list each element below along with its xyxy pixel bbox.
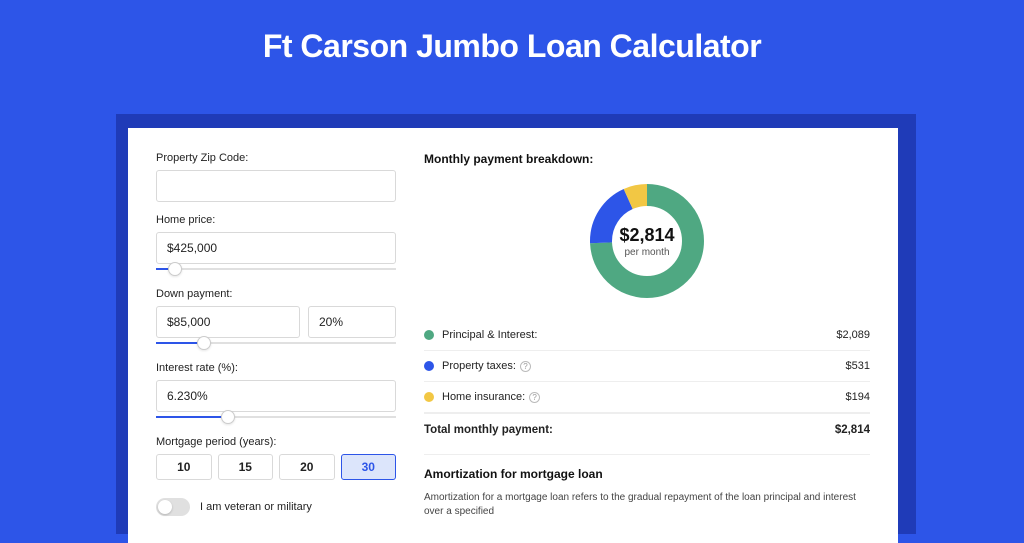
total-row: Total monthly payment: $2,814 — [424, 413, 870, 452]
zip-group: Property Zip Code: — [156, 152, 396, 202]
dot-insurance — [424, 392, 434, 402]
interest-slider[interactable] — [156, 410, 396, 424]
home-price-group: Home price: — [156, 214, 396, 276]
home-price-input[interactable] — [156, 232, 396, 264]
row-label-taxes-text: Property taxes: — [442, 360, 516, 372]
down-payment-label: Down payment: — [156, 288, 396, 300]
interest-slider-fill — [156, 416, 228, 418]
amortization-title: Amortization for mortgage loan — [424, 467, 870, 481]
interest-label: Interest rate (%): — [156, 362, 396, 374]
down-payment-input[interactable] — [156, 306, 300, 338]
period-label: Mortgage period (years): — [156, 436, 396, 448]
row-value-insurance: $194 — [846, 391, 870, 403]
zip-label: Property Zip Code: — [156, 152, 396, 164]
row-value-principal: $2,089 — [836, 329, 870, 341]
donut-wrap: $2,814 per month — [424, 180, 870, 302]
total-label: Total monthly payment: — [424, 424, 835, 436]
period-btn-20[interactable]: 20 — [279, 454, 335, 480]
row-label-insurance: Home insurance: ? — [442, 391, 846, 403]
home-price-label: Home price: — [156, 214, 396, 226]
calculator-card: Property Zip Code: Home price: Down paym… — [128, 128, 898, 543]
donut-sub: per month — [624, 247, 669, 258]
interest-slider-thumb[interactable] — [221, 410, 235, 424]
veteran-toggle[interactable] — [156, 498, 190, 516]
amortization-text: Amortization for a mortgage loan refers … — [424, 491, 870, 519]
row-label-principal: Principal & Interest: — [442, 329, 836, 341]
row-value-taxes: $531 — [846, 360, 870, 372]
breakdown-row-principal: Principal & Interest: $2,089 — [424, 320, 870, 351]
period-btn-10[interactable]: 10 — [156, 454, 212, 480]
zip-input[interactable] — [156, 170, 396, 202]
down-payment-group: Down payment: — [156, 288, 396, 350]
period-group: Mortgage period (years): 10 15 20 30 — [156, 436, 396, 480]
total-value: $2,814 — [835, 424, 870, 436]
info-icon[interactable]: ? — [520, 361, 531, 372]
down-payment-slider[interactable] — [156, 336, 396, 350]
page-title: Ft Carson Jumbo Loan Calculator — [0, 0, 1024, 87]
veteran-row: I am veteran or military — [156, 498, 396, 516]
period-btn-30[interactable]: 30 — [341, 454, 397, 480]
breakdown-title: Monthly payment breakdown: — [424, 152, 870, 166]
interest-group: Interest rate (%): — [156, 362, 396, 424]
dot-principal — [424, 330, 434, 340]
donut-center: $2,814 per month — [586, 180, 708, 302]
home-price-slider[interactable] — [156, 262, 396, 276]
donut-chart: $2,814 per month — [586, 180, 708, 302]
down-payment-slider-thumb[interactable] — [197, 336, 211, 350]
home-price-slider-thumb[interactable] — [168, 262, 182, 276]
row-label-insurance-text: Home insurance: — [442, 391, 525, 403]
row-label-taxes: Property taxes: ? — [442, 360, 846, 372]
donut-amount: $2,814 — [619, 225, 674, 246]
divider — [424, 454, 870, 455]
period-buttons: 10 15 20 30 — [156, 454, 396, 480]
breakdown-row-taxes: Property taxes: ? $531 — [424, 351, 870, 382]
dot-taxes — [424, 361, 434, 371]
form-column: Property Zip Code: Home price: Down paym… — [156, 152, 396, 519]
interest-input[interactable] — [156, 380, 396, 412]
period-btn-15[interactable]: 15 — [218, 454, 274, 480]
breakdown-row-insurance: Home insurance: ? $194 — [424, 382, 870, 413]
down-payment-pct-input[interactable] — [308, 306, 396, 338]
veteran-label: I am veteran or military — [200, 501, 312, 513]
breakdown-column: Monthly payment breakdown: $2,814 per mo… — [424, 152, 870, 519]
info-icon[interactable]: ? — [529, 392, 540, 403]
